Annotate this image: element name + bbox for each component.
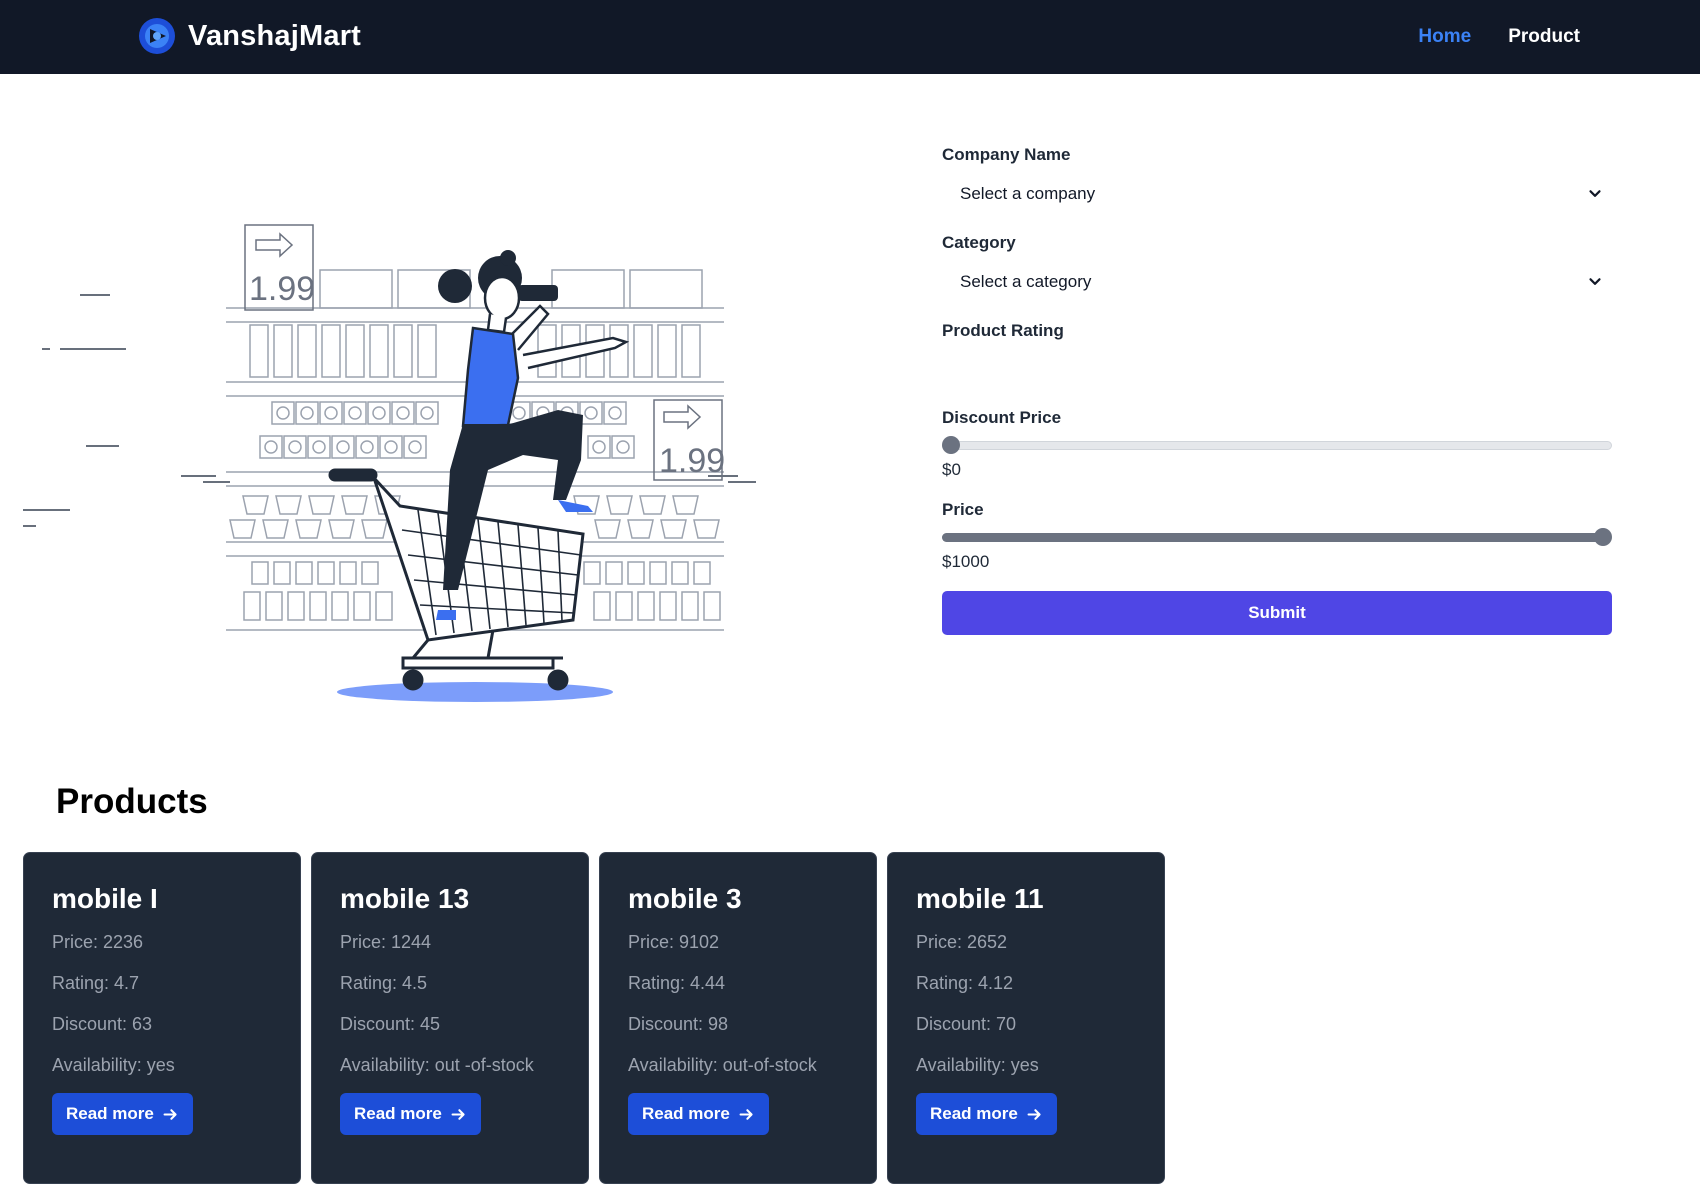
product-name: mobile 3 [628, 883, 742, 914]
category-select-value: Select a category [960, 272, 1092, 291]
arrow-right-icon [163, 1108, 177, 1120]
products-heading: Products [56, 782, 208, 821]
company-label: Company Name [942, 145, 1071, 164]
arrow-right-icon [451, 1108, 465, 1120]
chevron-down-icon [1589, 278, 1601, 285]
category-field: Category Select a category [942, 233, 1612, 301]
product-name: mobile 11 [916, 883, 1044, 914]
product-card: mobile 11 Price: 2652 Rating: 4.12 Disco… [887, 852, 1165, 1184]
submit-button[interactable]: Submit [942, 591, 1612, 635]
slider-thumb[interactable] [1594, 528, 1612, 546]
read-more-button[interactable]: Read more [916, 1093, 1057, 1135]
read-more-button[interactable]: Read more [628, 1093, 769, 1135]
product-name: mobile 13 [340, 883, 470, 914]
product-rating: Rating: 4.5 [340, 973, 428, 993]
navbar: VanshajMart Home Product [0, 0, 1700, 74]
category-label: Category [942, 233, 1016, 252]
brand-name: VanshajMart [188, 19, 362, 52]
price-label: Price [942, 500, 984, 519]
company-select-value: Select a company [960, 184, 1096, 203]
discount-slider[interactable] [942, 434, 1612, 456]
product-price: Price: 2652 [916, 932, 1008, 952]
slider-fill [942, 533, 1603, 542]
read-more-button[interactable]: Read more [340, 1093, 481, 1135]
product-price: Price: 9102 [628, 932, 720, 952]
product-availability: Availability: out -of-stock [340, 1055, 534, 1075]
product-price: Price: 2236 [52, 932, 144, 952]
hero-illustration: 1.99 1.99 [18, 210, 758, 710]
discount-value: $0 [942, 460, 961, 479]
rating-label: Product Rating [942, 321, 1064, 340]
slider-track [942, 441, 1612, 450]
brand[interactable]: VanshajMart [138, 17, 361, 55]
product-cards: mobile I Price: 2236 Rating: 4.7 Discoun… [23, 852, 1165, 1184]
product-discount: Discount: 70 [916, 1014, 1017, 1034]
product-availability: Availability: yes [916, 1055, 1039, 1075]
arrow-right-icon [739, 1108, 753, 1120]
slider-thumb[interactable] [942, 436, 960, 454]
product-discount: Discount: 45 [340, 1014, 441, 1034]
product-name: mobile I [52, 883, 158, 914]
read-more-label: Read more [354, 1104, 442, 1123]
read-more-label: Read more [642, 1104, 730, 1123]
nav-links: Home Product [1418, 26, 1580, 48]
rating-field: Product Rating [942, 321, 1064, 341]
product-discount: Discount: 98 [628, 1014, 729, 1034]
brand-logo-icon [139, 18, 175, 54]
read-more-label: Read more [930, 1104, 1018, 1123]
product-price: Price: 1244 [340, 932, 432, 952]
product-rating: Rating: 4.44 [628, 973, 726, 993]
product-discount: Discount: 63 [52, 1014, 153, 1034]
shopping-woman-illustration: 1.99 1.99 [23, 224, 756, 702]
product-availability: Availability: out-of-stock [628, 1055, 817, 1075]
category-select[interactable]: Select a category [942, 263, 1612, 301]
chevron-down-icon [1589, 190, 1601, 197]
product-rating: Rating: 4.12 [916, 973, 1014, 993]
price-tag-text-2: 1.99 [659, 442, 725, 480]
price-field: Price $1000 [942, 500, 1612, 572]
product-card: mobile 13 Price: 1244 Rating: 4.5 Discou… [311, 852, 589, 1184]
product-availability: Availability: yes [52, 1055, 175, 1075]
company-select[interactable]: Select a company [942, 175, 1612, 213]
company-field: Company Name Select a company [942, 145, 1612, 213]
price-slider[interactable] [942, 526, 1612, 548]
price-tag-text-1: 1.99 [249, 270, 315, 308]
discount-field: Discount Price $0 [942, 408, 1612, 480]
nav-product-link[interactable]: Product [1508, 26, 1580, 48]
read-more-button[interactable]: Read more [52, 1093, 193, 1135]
price-value: $1000 [942, 552, 990, 571]
product-card: mobile 3 Price: 9102 Rating: 4.44 Discou… [599, 852, 877, 1184]
product-rating: Rating: 4.7 [52, 973, 140, 993]
arrow-right-icon [1027, 1108, 1041, 1120]
nav-home-link[interactable]: Home [1418, 26, 1471, 48]
product-card: mobile I Price: 2236 Rating: 4.7 Discoun… [23, 852, 301, 1184]
read-more-label: Read more [66, 1104, 154, 1123]
discount-label: Discount Price [942, 408, 1062, 427]
